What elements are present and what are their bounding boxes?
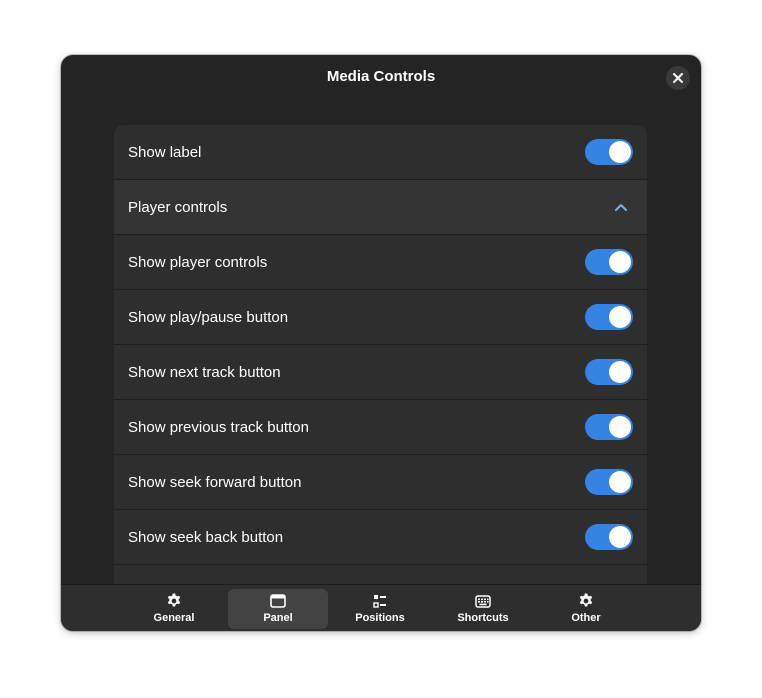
show-seek-forward-switch[interactable]	[585, 469, 633, 495]
settings-list: Show label Player controls Show player c…	[114, 125, 647, 584]
switch-knob	[609, 471, 631, 493]
panel-icon	[270, 593, 286, 609]
tab-label: Other	[571, 612, 601, 624]
row-show-seek-back: Show seek back button	[114, 510, 647, 565]
row-label: Show seek forward button	[128, 473, 302, 491]
header-bar: Media Controls	[61, 55, 701, 101]
tab-label: Shortcuts	[457, 612, 509, 624]
tab-other[interactable]: Other	[536, 589, 636, 629]
switch-knob	[609, 251, 631, 273]
chevron-up-icon	[611, 197, 631, 217]
tab-general[interactable]: General	[124, 589, 224, 629]
show-player-controls-switch[interactable]	[585, 249, 633, 275]
show-seek-back-switch[interactable]	[585, 524, 633, 550]
close-button[interactable]	[666, 66, 690, 90]
view-switcher-bar: General Panel Positions Shortcuts Other	[61, 584, 701, 631]
show-next-track-switch[interactable]	[585, 359, 633, 385]
row-label: Show next track button	[128, 363, 281, 381]
show-play-pause-switch[interactable]	[585, 304, 633, 330]
row-label: Show player controls	[128, 253, 268, 271]
show-previous-track-switch[interactable]	[585, 414, 633, 440]
switch-knob	[609, 361, 631, 383]
row-show-play-pause: Show play/pause button	[114, 290, 647, 345]
tab-label: General	[153, 612, 195, 624]
row-show-player-controls: Show player controls	[114, 235, 647, 290]
gear-icon	[578, 593, 594, 609]
tab-panel[interactable]: Panel	[228, 589, 328, 629]
tab-label: Panel	[263, 612, 293, 624]
row-label: Show previous track button	[128, 418, 309, 436]
tab-positions[interactable]: Positions	[330, 589, 430, 629]
tab-label: Positions	[355, 612, 405, 624]
row-label: Player controls	[128, 198, 228, 216]
tab-shortcuts[interactable]: Shortcuts	[433, 589, 533, 629]
keyboard-icon	[475, 593, 491, 609]
gear-icon	[166, 593, 182, 609]
row-label: Show play/pause button	[128, 308, 289, 326]
settings-page[interactable]: Show label Player controls Show player c…	[61, 101, 701, 584]
preferences-window: Media Controls Show label Player control…	[61, 55, 701, 631]
switch-knob	[609, 416, 631, 438]
player-controls-expander[interactable]: Player controls	[114, 180, 647, 235]
switch-knob	[609, 141, 631, 163]
row-label: Show seek back button	[128, 528, 284, 546]
switch-knob	[609, 526, 631, 548]
row-partially-visible	[114, 565, 647, 584]
show-label-switch[interactable]	[585, 139, 633, 165]
row-label: Show label	[128, 143, 202, 161]
row-show-previous-track: Show previous track button	[114, 400, 647, 455]
row-show-next-track: Show next track button	[114, 345, 647, 400]
close-icon	[673, 73, 683, 83]
window-title: Media Controls	[326, 68, 436, 85]
switch-knob	[609, 306, 631, 328]
row-show-label: Show label	[114, 125, 647, 180]
positions-icon	[373, 593, 387, 609]
row-show-seek-forward: Show seek forward button	[114, 455, 647, 510]
